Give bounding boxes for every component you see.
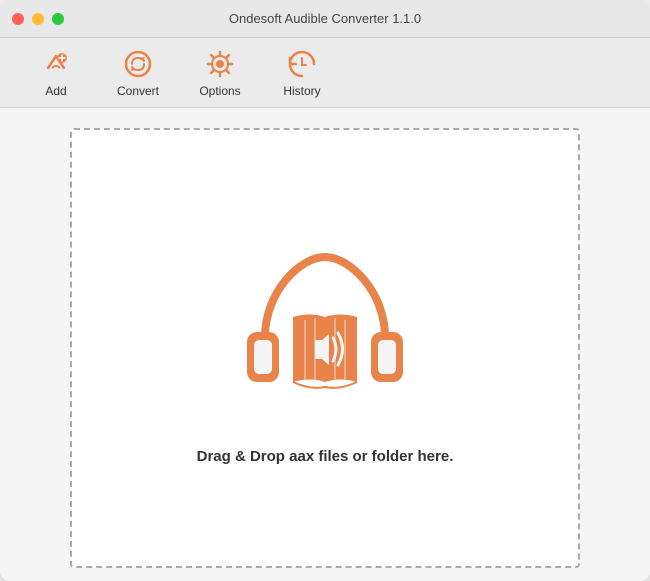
window-title: Ondesoft Audible Converter 1.1.0: [229, 11, 421, 26]
options-icon: [204, 48, 236, 80]
window-controls: [12, 13, 64, 25]
drop-zone[interactable]: Drag & Drop aax files or folder here.: [70, 128, 580, 568]
toolbar-item-add[interactable]: Add: [20, 43, 92, 103]
title-bar: Ondesoft Audible Converter 1.1.0: [0, 0, 650, 38]
maximize-button[interactable]: [52, 13, 64, 25]
toolbar-item-options[interactable]: Options: [184, 43, 256, 103]
toolbar: Add Convert: [0, 38, 650, 108]
history-icon: [286, 48, 318, 80]
app-window: Ondesoft Audible Converter 1.1.0 Add: [0, 0, 650, 581]
toolbar-item-history[interactable]: History: [266, 43, 338, 103]
options-label: Options: [199, 84, 240, 98]
minimize-button[interactable]: [32, 13, 44, 25]
convert-label: Convert: [117, 84, 159, 98]
drop-zone-icon: [225, 232, 425, 432]
add-label: Add: [45, 84, 66, 98]
toolbar-item-convert[interactable]: Convert: [102, 43, 174, 103]
history-label: History: [283, 84, 320, 98]
close-button[interactable]: [12, 13, 24, 25]
drop-zone-text: Drag & Drop aax files or folder here.: [197, 448, 454, 465]
convert-icon: [122, 48, 154, 80]
main-content: Drag & Drop aax files or folder here.: [0, 108, 650, 581]
add-icon: [40, 48, 72, 80]
